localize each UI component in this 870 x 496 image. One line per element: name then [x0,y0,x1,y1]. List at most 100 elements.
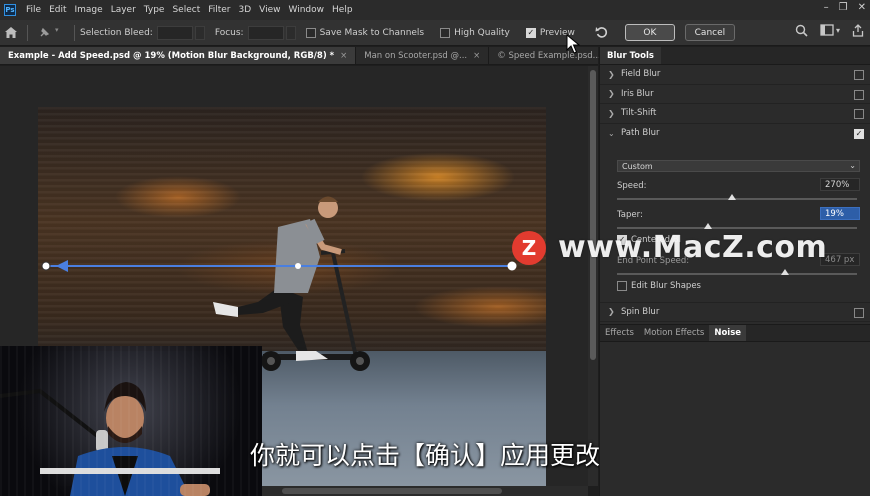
menu-bar: Ps File Edit Image Layer Type Select Fil… [0,0,870,20]
menu-layer[interactable]: Layer [107,5,140,15]
close-icon[interactable]: ✕ [858,2,866,13]
photoshop-logo-icon: Ps [4,4,16,16]
close-tab-icon[interactable]: × [473,51,480,61]
workspace-caret-icon[interactable]: ▾ [836,26,840,40]
chevron-down-icon: ⌄ [849,161,856,170]
presenter-webcam [0,346,262,496]
window-controls: – ❐ ✕ [824,2,866,13]
options-right-icons: ▾ [795,24,864,40]
ok-button[interactable]: OK [624,24,675,41]
chevron-right-icon[interactable]: ❯ [608,307,616,316]
edit-blur-shapes-checkbox[interactable]: Edit Blur Shapes [617,281,701,291]
field-blur-checkbox[interactable] [854,70,864,80]
reset-undo-icon[interactable] [591,22,613,44]
close-tab-icon[interactable]: × [340,51,347,61]
divider [74,24,75,41]
checkbox-icon[interactable] [440,27,451,38]
restore-icon[interactable]: ❐ [839,2,848,13]
menu-window[interactable]: Window [285,5,329,15]
tool-preset-caret-icon[interactable]: ▾ [55,26,63,40]
mouse-cursor-icon [566,34,580,54]
tab-example-add-speed[interactable]: Example - Add Speed.psd @ 19% (Motion Bl… [0,47,357,64]
macz-watermark: Z www.MacZ.com [512,230,827,265]
chevron-right-icon[interactable]: ❯ [608,109,616,118]
chevron-down-icon[interactable]: ⌄ [608,129,616,138]
options-bar: ▾ Selection Bleed: Focus: Save Mask to C… [0,20,870,46]
selection-bleed-caret-icon[interactable] [194,25,205,40]
checkbox-icon[interactable] [305,27,316,38]
document-tabs: Example - Add Speed.psd @ 19% (Motion Bl… [0,47,623,65]
tab-label: Example - Add Speed.psd @ 19% (Motion Bl… [8,50,335,61]
focus-caret-icon[interactable] [285,25,296,40]
speed-slider-handle[interactable] [728,194,737,200]
field-blur-row[interactable]: ❯ Field Blur [600,65,870,85]
save-mask-checkbox[interactable]: Save Mask to Channels [305,27,429,38]
menu-view[interactable]: View [255,5,284,15]
tab-effects[interactable]: Effects [600,325,639,341]
spin-blur-row[interactable]: ❯ Spin Blur [600,302,870,322]
spin-blur-checkbox[interactable] [854,308,864,318]
checkmark-icon[interactable]: ✓ [525,27,536,38]
menu-edit[interactable]: Edit [45,5,70,15]
tab-man-on-scooter[interactable]: Man on Scooter.psd @... × [356,47,490,64]
end-point-slider-handle[interactable] [781,269,789,275]
tab-motion-effects[interactable]: Motion Effects [639,325,709,341]
high-quality-checkbox[interactable]: High Quality [440,27,514,38]
macz-logo-icon: Z [512,230,546,265]
selection-bleed-input[interactable] [156,25,193,40]
share-icon[interactable] [852,24,864,40]
blur-tools-panel: Blur Tools ❯ Field Blur ❯ Iris Blur ❯ Ti… [599,47,870,496]
end-point-slider-track[interactable] [617,273,857,275]
taper-input[interactable]: 19% [820,207,860,220]
path-blur-label: Path Blur [621,128,660,139]
search-icon[interactable] [795,24,808,40]
spin-blur-label: Spin Blur [621,306,660,317]
vertical-scrollbar[interactable] [588,66,598,486]
taper-slider-track[interactable] [617,227,857,229]
tilt-shift-checkbox[interactable] [854,109,864,119]
menu-help[interactable]: Help [328,5,357,15]
panel-header: Blur Tools [600,47,870,65]
menu-filter[interactable]: Filter [204,5,234,15]
iris-blur-row[interactable]: ❯ Iris Blur [600,85,870,104]
tilt-shift-label: Tilt-Shift [621,108,657,119]
home-icon[interactable] [0,22,22,44]
effects-tabs: Effects Motion Effects Noise [600,324,870,342]
pin-tool-icon[interactable] [33,22,55,44]
workspace-icon[interactable] [820,24,834,40]
tilt-shift-row[interactable]: ❯ Tilt-Shift [600,104,870,124]
horizontal-scrollbar[interactable] [262,486,588,496]
menu-3d[interactable]: 3D [235,5,256,15]
high-quality-label: High Quality [454,27,510,38]
menu-image[interactable]: Image [71,5,107,15]
scrollbar-thumb[interactable] [590,70,596,360]
checkbox-icon[interactable] [617,281,627,291]
tab-label: © Speed Example.psd... [497,50,601,61]
speed-label: Speed: [617,181,647,191]
scrollbar-thumb[interactable] [282,488,502,494]
blur-path-line[interactable] [38,256,518,276]
taper-slider-handle[interactable] [704,223,713,229]
menu-select[interactable]: Select [168,5,204,15]
watermark-text: www.MacZ.com [558,230,828,265]
minimize-icon[interactable]: – [824,2,829,13]
path-blur-checkbox[interactable]: ✓ [854,128,864,139]
speed-input[interactable]: 270% [820,178,860,191]
path-blur-row[interactable]: ⌄ Path Blur ✓ [600,124,870,144]
chevron-right-icon[interactable]: ❯ [608,70,616,79]
save-mask-label: Save Mask to Channels [319,27,425,38]
path-blur-preset-select[interactable]: Custom ⌄ [617,160,860,172]
speed-slider-track[interactable] [617,198,857,200]
preset-value: Custom [622,161,653,171]
iris-blur-checkbox[interactable] [854,89,864,100]
focus-label: Focus: [214,27,244,38]
tab-noise[interactable]: Noise [709,325,747,341]
menu-file[interactable]: File [22,5,45,15]
chevron-right-icon[interactable]: ❯ [608,89,616,98]
cancel-button[interactable]: Cancel [684,24,735,41]
divider [27,24,28,41]
tab-blur-tools[interactable]: Blur Tools [600,47,661,64]
focus-input[interactable] [247,25,284,40]
video-subtitle: 你就可以点击【确认】应用更改 [250,441,601,470]
menu-type[interactable]: Type [140,5,169,15]
